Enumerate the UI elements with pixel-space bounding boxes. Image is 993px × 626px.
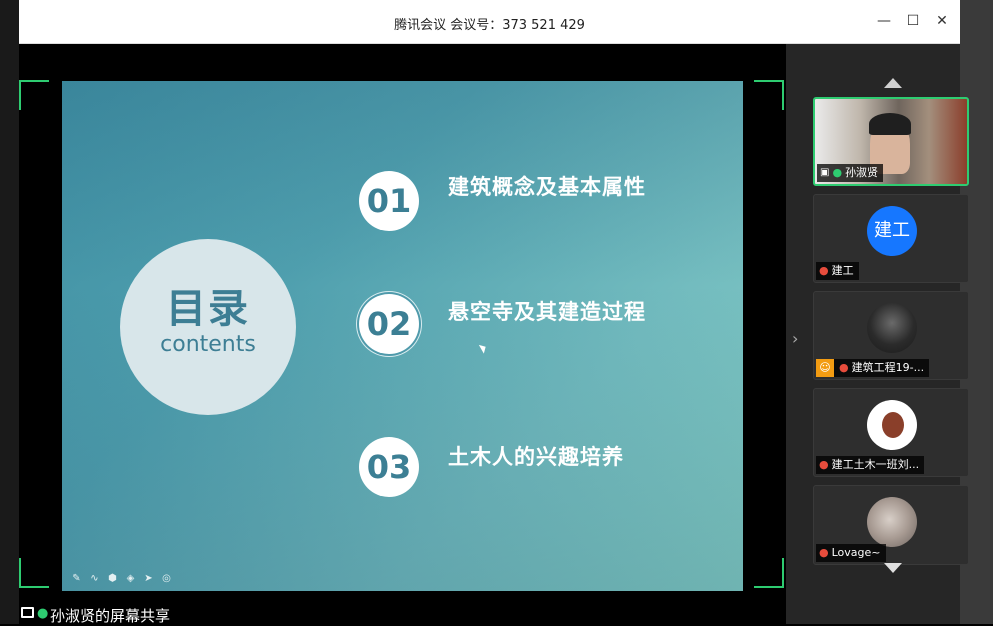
curve-icon[interactable]: ∿	[88, 572, 101, 585]
item-number-2: 02	[359, 294, 419, 354]
maximize-button[interactable]: ☐	[904, 12, 922, 30]
collapse-panel-chevron-icon[interactable]: ›	[792, 329, 798, 348]
participant-name-tag: ● 建工土木一班刘...	[816, 456, 925, 474]
item-label-2: 悬空寺及其建造过程	[448, 300, 646, 324]
microphone-icon: ●	[832, 166, 843, 179]
target-icon[interactable]: ◎	[160, 572, 173, 585]
shape-icon[interactable]: ⬢	[106, 572, 119, 585]
avatar: 建工	[867, 206, 917, 256]
pen-icon[interactable]: ✎	[70, 572, 83, 585]
contents-circle: 目录 contents	[120, 239, 296, 415]
scroll-up-icon[interactable]	[884, 78, 902, 88]
avatar	[867, 497, 917, 547]
item-label-1: 建筑概念及基本属性	[448, 175, 646, 199]
screen-share-label: ● 孙淑贤的屏幕共享	[19, 603, 319, 625]
close-button[interactable]: ✕	[933, 12, 951, 30]
meeting-window: 腾讯会议 会议号：373 521 429 — ☐ ✕ 目录 contents 0…	[19, 0, 969, 625]
pointer-icon[interactable]: ➤	[142, 572, 155, 585]
microphone-muted-icon: ●	[839, 361, 849, 374]
minimize-button[interactable]: —	[875, 12, 893, 30]
participant-name-tag: ● Lovage~	[816, 544, 886, 562]
slide-heading-cn: 目录	[166, 286, 250, 332]
participant-name-tag: ● 建工	[816, 262, 859, 280]
frame-corner-br	[754, 558, 784, 588]
title-bar: 腾讯会议 会议号：373 521 429 — ☐ ✕	[19, 0, 960, 44]
screen-share-text: 孙淑贤的屏幕共享	[50, 607, 171, 625]
scroll-down-icon[interactable]	[884, 563, 902, 573]
microphone-muted-icon: ●	[819, 546, 829, 559]
microphone-muted-icon: ●	[819, 458, 829, 471]
shared-screen-stage: 目录 contents 01 建筑概念及基本属性 02 悬空寺及其建造过程 03…	[19, 44, 786, 625]
participant-tile-1[interactable]: ▣ ● 孙淑贤	[813, 97, 969, 186]
window-title: 腾讯会议 会议号：373 521 429	[394, 18, 585, 33]
participant-tile-2[interactable]: 建工 ● 建工	[813, 194, 969, 283]
eraser-icon[interactable]: ◈	[124, 572, 137, 585]
avatar	[867, 303, 917, 353]
host-badge-icon: ☺	[816, 359, 834, 377]
participant-tile-5[interactable]: ● Lovage~	[813, 485, 969, 565]
participant-name-tag: ☺ ● 建筑工程19-...	[816, 359, 930, 377]
screen-share-icon	[21, 607, 34, 618]
frame-corner-tr	[754, 80, 784, 110]
presentation-slide: 目录 contents 01 建筑概念及基本属性 02 悬空寺及其建造过程 03…	[62, 81, 743, 591]
frame-corner-tl	[19, 80, 49, 110]
slide-heading-en: contents	[160, 332, 256, 357]
participant-tile-3[interactable]: ☺ ● 建筑工程19-...	[813, 291, 969, 380]
avatar	[867, 400, 917, 450]
item-label-3: 土木人的兴趣培养	[448, 445, 624, 469]
participants-panel: › ▣ ● 孙淑贤 建工 ● 建工 ☺ ● 建筑工程19-... ● 建工土木一…	[786, 44, 969, 624]
left-edge	[0, 0, 19, 624]
microphone-icon: ●	[37, 606, 49, 621]
item-number-1: 01	[359, 171, 419, 231]
screen-share-icon: ▣	[820, 167, 830, 178]
annotation-toolbar: ✎ ∿ ⬢ ◈ ➤ ◎	[70, 572, 173, 585]
frame-corner-bl	[19, 558, 49, 588]
item-number-3: 03	[359, 437, 419, 497]
microphone-muted-icon: ●	[819, 264, 829, 277]
participant-name-tag: ▣ ● 孙淑贤	[817, 164, 884, 182]
participant-tile-4[interactable]: ● 建工土木一班刘...	[813, 388, 969, 477]
